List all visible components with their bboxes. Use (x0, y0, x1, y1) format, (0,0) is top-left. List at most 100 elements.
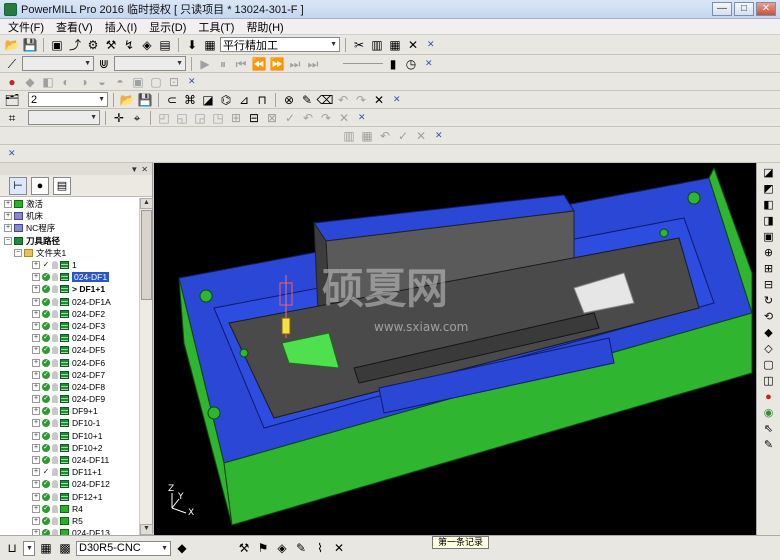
eraser-icon[interactable]: ⌫ (317, 92, 334, 108)
pause-icon[interactable]: ⏸ (215, 56, 231, 72)
tree-item[interactable]: + ✓ 024-DF8 (0, 381, 139, 393)
tree-item[interactable]: + ✓ R5 (0, 515, 139, 527)
expand-icon[interactable]: + (32, 504, 40, 513)
expand-icon[interactable]: + (32, 334, 40, 343)
measure-icon[interactable]: ⊿ (236, 92, 252, 108)
nc-program-icon[interactable]: ✂ (351, 37, 367, 53)
tree-item[interactable]: + ✓ 024-DF2 (0, 308, 139, 320)
tree-item[interactable]: + 机床 (0, 210, 139, 222)
tool-grid-icon[interactable]: ▦ (38, 540, 54, 556)
save-icon[interactable]: 💾 (137, 92, 153, 108)
layer-icon[interactable]: 🗂 (4, 92, 20, 108)
tree-item[interactable]: − 文件夹1 (0, 247, 139, 259)
pattern-trim-icon[interactable]: ⊠ (264, 110, 280, 126)
expand-icon[interactable]: + (32, 261, 40, 270)
model-icon[interactable]: ⌘ (182, 92, 198, 108)
pattern-check-icon[interactable]: ✓ (282, 110, 298, 126)
tool-type-combo[interactable]: ▼ (23, 540, 35, 556)
nc-edit-icon[interactable]: ⚒ (236, 540, 252, 556)
sim-option-icon[interactable]: ▣ (130, 74, 146, 90)
step-forward-icon[interactable]: ⏭ (287, 56, 303, 72)
refresh-icon[interactable]: ↻ (761, 294, 777, 308)
globe-icon[interactable]: ● (31, 176, 49, 195)
close-icon[interactable]: ✕ (425, 58, 433, 69)
close-icon[interactable]: ✕ (435, 130, 443, 141)
edit-table-icon[interactable]: ▦ (359, 128, 375, 144)
nc-clip-icon[interactable]: ⌇ (312, 540, 328, 556)
expand-icon[interactable]: − (4, 236, 12, 245)
pattern-merge-icon[interactable]: ⊞ (228, 110, 244, 126)
visibility-bulb-icon[interactable] (52, 285, 58, 294)
visibility-bulb-icon[interactable] (52, 309, 58, 318)
tree-item[interactable]: + ✓ 024-DF11 (0, 454, 139, 466)
spin-icon[interactable]: ◒ (94, 74, 110, 90)
delete-icon[interactable]: ✕ (371, 92, 387, 108)
lasso-icon[interactable]: ⊂ (164, 92, 180, 108)
record-icon[interactable]: ● (4, 74, 20, 90)
shade-icon[interactable]: ◆ (22, 74, 38, 90)
expand-icon[interactable]: + (32, 382, 40, 391)
tree-item[interactable]: + ✓ > DF1+1 (0, 283, 139, 295)
edit-cancel-icon[interactable]: ✕ (413, 128, 429, 144)
tool-holder-icon[interactable]: ⊔ (4, 540, 20, 556)
expand-icon[interactable]: + (32, 431, 40, 440)
close-icon[interactable]: ✕ (427, 39, 435, 50)
expand-icon[interactable]: + (4, 224, 12, 233)
scroll-up-icon[interactable]: ▲ (140, 198, 153, 209)
tree-item[interactable]: − 刀具路径 (0, 235, 139, 247)
pattern-redo-icon[interactable]: ↷ (318, 110, 334, 126)
tree-item[interactable]: + ✓ 024-DF4 (0, 332, 139, 344)
nc-color-icon[interactable]: ◈ (274, 540, 290, 556)
workplane-icon[interactable]: ⟋ (4, 56, 20, 72)
trash-icon[interactable]: ▤ (53, 176, 71, 195)
panel-chevron-icon[interactable]: ▼ (130, 165, 138, 174)
visibility-bulb-icon[interactable] (52, 456, 58, 465)
visibility-bulb-icon[interactable] (52, 358, 58, 367)
tool-icon[interactable]: ⚒ (103, 37, 119, 53)
expand-icon[interactable]: + (32, 419, 40, 428)
leads-links-icon[interactable]: ↯ (121, 37, 137, 53)
close-icon[interactable]: ✕ (188, 76, 196, 87)
forward-icon[interactable]: ⏩ (269, 56, 285, 72)
tree-item[interactable]: + ✓ DF9+1 (0, 405, 139, 417)
rewind-icon[interactable]: ⏪ (251, 56, 267, 72)
tree-item[interactable]: + ✓ 024-DF6 (0, 356, 139, 368)
edit-accept-icon[interactable]: ✓ (395, 128, 411, 144)
visibility-bulb-icon[interactable] (52, 516, 58, 525)
visibility-bulb-icon[interactable] (52, 370, 58, 379)
tree-item[interactable]: + ✓ R4 (0, 503, 139, 515)
tree-item[interactable]: + ✓ 024-DF3 (0, 320, 139, 332)
color-icon[interactable]: ● (761, 390, 777, 404)
menu-help[interactable]: 帮助(H) (246, 19, 283, 35)
clamp-icon[interactable]: ⊓ (254, 92, 270, 108)
expand-icon[interactable]: + (32, 370, 40, 379)
view-right-icon[interactable]: ◨ (761, 214, 777, 228)
direction-icon[interactable]: ◑ (76, 74, 92, 90)
visibility-bulb-icon[interactable] (52, 419, 58, 428)
pattern-arc-icon[interactable]: ◲ (192, 110, 208, 126)
section-icon[interactable]: ◫ (761, 374, 777, 388)
select-icon[interactable]: ⇖ (761, 422, 777, 436)
play-icon[interactable]: ▶ (197, 56, 213, 72)
visibility-bulb-icon[interactable] (52, 492, 58, 501)
expand-icon[interactable]: + (32, 321, 40, 330)
shade-mode-icon[interactable]: ◧ (40, 74, 56, 90)
tool-combo[interactable]: D30R5-CNC ▼ (76, 540, 171, 556)
tree-item[interactable]: + ✓ 024-DF1A (0, 296, 139, 308)
expand-icon[interactable]: + (32, 407, 40, 416)
step-back-icon[interactable]: ⏮ (233, 56, 249, 72)
open-project-icon[interactable]: 📂 (4, 37, 20, 53)
post-process-icon[interactable]: ▥ (369, 37, 385, 53)
visibility-bulb-icon[interactable] (52, 468, 58, 477)
edit-rows-icon[interactable]: ▥ (341, 128, 357, 144)
tree-item[interactable]: + ✓ 024-DF5 (0, 344, 139, 356)
expand-icon[interactable]: + (32, 480, 40, 489)
expand-icon[interactable]: + (32, 309, 40, 318)
tree-item[interactable]: + NC程序 (0, 222, 139, 234)
visibility-bulb-icon[interactable] (52, 443, 58, 452)
close-icon[interactable]: ✕ (393, 94, 401, 105)
nc-pen-icon[interactable]: ✎ (293, 540, 309, 556)
tree-item[interactable]: + 激活 (0, 198, 139, 210)
menu-insert[interactable]: 插入(I) (105, 19, 137, 35)
feed-rate-icon[interactable]: ⚙ (85, 37, 101, 53)
